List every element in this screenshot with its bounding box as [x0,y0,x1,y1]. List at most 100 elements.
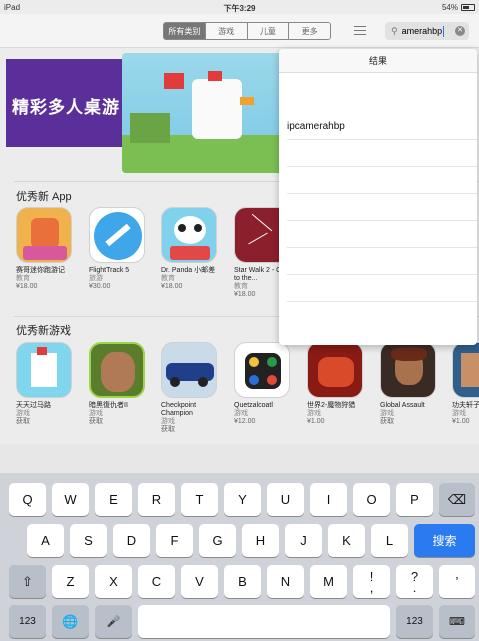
app-price-button[interactable]: ¥1.00 [307,418,371,426]
app-price-button[interactable]: 获取 [16,418,80,426]
app-tile[interactable]: Quetzalcoatl 游戏 ¥12.00 [234,342,298,426]
app-price-button[interactable]: ¥12.00 [234,418,298,426]
segment-kids[interactable]: 儿童 [247,23,290,39]
hide-keyboard-key[interactable]: ⌨ [439,605,475,638]
segment-games[interactable]: 游戏 [205,23,248,39]
numbers-key-left[interactable]: 123 [9,605,46,638]
keyboard-icon: ⌨ [449,616,465,628]
search-key[interactable]: 搜索 [414,524,475,557]
key-y[interactable]: Y [224,483,261,516]
battery-area: 54% [442,3,475,12]
app-tile[interactable]: Checkpoint Champion 游戏 获取 [161,342,225,434]
result-item[interactable]: ipcamerahbp [287,113,477,140]
result-empty-row [287,140,477,167]
segment-more[interactable]: 更多 [289,23,330,39]
app-tile[interactable]: 赛哥迷你跑游记 教育 ¥18.00 [16,207,80,291]
key-v[interactable]: V [181,565,218,598]
app-tile[interactable]: Dr. Panda 小邮差 教育 ¥18.00 [161,207,225,291]
battery-icon [461,4,475,11]
kungfu-game-icon [452,342,479,398]
app-tile[interactable]: 世界2-魔物狩猎 游戏 ¥1.00 [307,342,371,426]
search-results-popover: 结果 ipcamerahbp [279,49,477,345]
key-d[interactable]: D [113,524,150,557]
text-caret [443,25,445,37]
globe-icon: 🌐 [62,613,79,629]
app-name: 赛哥迷你跑游记 [16,267,65,274]
app-price-button[interactable]: ¥18.00 [161,283,225,291]
app-category: 游戏 [16,410,30,417]
key-z[interactable]: Z [52,565,89,598]
app-tile[interactable]: 功夫轩子 游戏 ¥1.00 [452,342,479,426]
category-segmented-control: 所有类别 游戏 儿童 更多 [163,22,331,40]
app-tile[interactable]: 天天过马路 游戏 获取 [16,342,80,426]
keyboard-shortcut-bar [0,444,479,474]
backspace-key[interactable]: ⌫ [439,483,475,516]
app-name: FlightTrack 5 [89,267,130,274]
key-o[interactable]: O [353,483,390,516]
magnifier-icon: ⚲ [391,25,398,36]
app-category: 游戏 [89,410,103,417]
app-name: 世界2-魔物狩猎 [307,402,356,409]
key-j[interactable]: J [285,524,322,557]
fox-app-icon [16,207,72,263]
key-b[interactable]: B [224,565,261,598]
key-l[interactable]: L [371,524,408,557]
app-price-button[interactable]: ¥1.00 [452,418,479,426]
app-price-button[interactable]: 获取 [89,418,153,426]
key-u[interactable]: U [267,483,304,516]
app-name: 天天过马路 [16,402,51,409]
app-price-button[interactable]: 获取 [161,426,225,434]
key-i[interactable]: I [310,483,347,516]
app-price-button[interactable]: ¥18.00 [16,283,80,291]
key-c[interactable]: C [138,565,175,598]
app-price-button[interactable]: 获取 [380,418,444,426]
app-price-button[interactable]: ¥30.00 [89,283,153,291]
key-a[interactable]: A [27,524,64,557]
avenger-game-icon [89,342,145,398]
globe-key[interactable]: 🌐 [52,605,89,638]
key-r[interactable]: R [138,483,175,516]
key-k[interactable]: K [328,524,365,557]
shift-key[interactable]: ⇧ [9,565,46,598]
key-h[interactable]: H [242,524,279,557]
key-n[interactable]: N [267,565,304,598]
key-f[interactable]: F [156,524,193,557]
key-g[interactable]: G [199,524,236,557]
key-m[interactable]: M [310,565,347,598]
banner-crossy-road[interactable] [122,53,282,173]
key-exclaim-comma[interactable]: !, [353,565,390,598]
space-key[interactable] [138,605,390,638]
result-empty-row [287,167,477,194]
app-tile[interactable]: 暗黑復仇者II 游戏 获取 [89,342,153,426]
panda-app-icon [161,207,217,263]
list-icon[interactable] [354,26,366,35]
app-tile[interactable]: FlightTrack 5 旅游 ¥30.00 [89,207,153,291]
app-category: 教育 [161,275,175,282]
key-x[interactable]: X [95,565,132,598]
key-p[interactable]: P [396,483,433,516]
app-category: 游戏 [307,410,321,417]
key-w[interactable]: W [52,483,89,516]
app-category: 游戏 [380,410,394,417]
key-q[interactable]: Q [9,483,46,516]
numbers-key-right[interactable]: 123 [396,605,433,638]
app-name: Dr. Panda 小邮差 [161,267,216,274]
search-input[interactable]: ⚲ amerahbp ✕ [385,22,469,40]
app-category: 游戏 [234,410,248,417]
key-s[interactable]: S [70,524,107,557]
soldier-game-icon [380,342,436,398]
apostrophe-key[interactable]: ’ [439,565,475,598]
banner-board-games[interactable]: 精彩多人桌游 [6,59,122,147]
key-e[interactable]: E [95,483,132,516]
status-bar: iPad 下午3:29 54% [0,0,479,14]
app-category: 旅游 [89,275,103,282]
app-tile[interactable]: Global Assault 游戏 获取 [380,342,444,426]
clear-icon[interactable]: ✕ [455,26,465,36]
key-question-period[interactable]: ?. [396,565,433,598]
key-t[interactable]: T [181,483,218,516]
app-name: 暗黑復仇者II [89,402,128,409]
microphone-key[interactable]: 🎤 [95,605,132,638]
key-period: . [412,579,417,595]
segment-all-categories[interactable]: 所有类别 [164,23,206,39]
result-empty-row [287,221,477,248]
